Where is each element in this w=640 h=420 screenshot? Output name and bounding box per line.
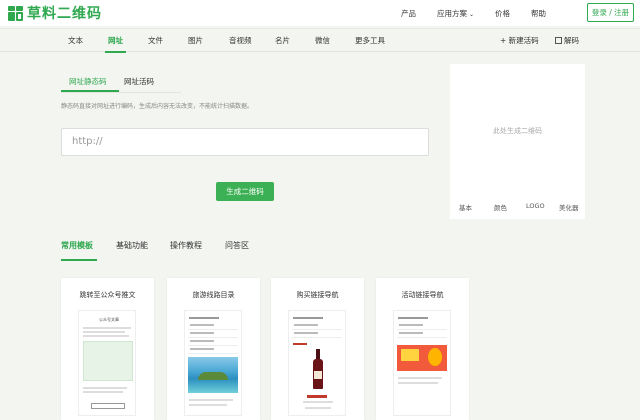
template-card[interactable]: 购买链接导航 [271, 278, 364, 420]
template-card-title: 跳转至公众号推文 [79, 291, 136, 299]
template-preview [184, 310, 242, 416]
article-image [83, 341, 133, 381]
logo-text: 草料二维码 [27, 6, 102, 22]
url-subtabs: 网址静态码 网址活码 [61, 73, 161, 91]
subtab-live-url[interactable]: 网址活码 [124, 76, 154, 87]
article-link-button [91, 403, 125, 409]
template-card[interactable]: 活动链接导航 [376, 278, 469, 420]
section-tabs: 常用模板 基础功能 操作教程 问答区 [0, 236, 640, 260]
qr-tool-basic[interactable]: 基本 [459, 202, 472, 212]
logo[interactable]: 草料二维码 [8, 3, 102, 23]
tab-basic-features[interactable]: 基础功能 [116, 240, 148, 251]
qr-placeholder-text: 此处生成二维码 [493, 127, 542, 135]
subtab-static-url[interactable]: 网址静态码 [69, 76, 107, 87]
template-card-title: 活动链接导航 [401, 291, 444, 299]
logo-icon [8, 5, 23, 21]
scan-icon [555, 37, 562, 44]
type-navbar: 文本 网址 文件 图片 音视频 名片 微信 更多工具 + 新建活码 解码 [0, 28, 640, 53]
qr-preview-panel: 此处生成二维码 基本 颜色 LOGO 美化器 [450, 64, 585, 219]
tab-audio-video[interactable]: 音视频 [229, 29, 252, 53]
tab-file[interactable]: 文件 [148, 29, 163, 53]
phone-header-text: 公众号文章 [99, 317, 119, 322]
sea-image [188, 357, 238, 393]
static-code-description: 静态码直接对网址进行编码，生成后内容无法改变，不能统计扫描数据。 [61, 103, 254, 110]
section-tab-indicator [61, 259, 97, 261]
tab-common-templates[interactable]: 常用模板 [61, 240, 93, 251]
login-register-button[interactable]: 登录 / 注册 [587, 3, 634, 22]
template-preview [393, 310, 451, 416]
qr-tool-logo[interactable]: LOGO [526, 202, 545, 210]
tab-text[interactable]: 文本 [68, 29, 83, 53]
subtab-active-indicator [61, 90, 119, 92]
template-preview [288, 310, 346, 416]
template-card-title: 旅游线路目录 [192, 291, 235, 299]
nav-solutions[interactable]: 应用方案 ⌄ [437, 8, 474, 19]
qr-tool-color[interactable]: 颜色 [494, 202, 507, 212]
template-card[interactable]: 旅游线路目录 [167, 278, 260, 420]
tab-wechat[interactable]: 微信 [315, 29, 330, 53]
template-card-title: 购买链接导航 [296, 291, 339, 299]
url-input[interactable]: http:// [61, 128, 429, 156]
top-header: 草料二维码 产品 应用方案 ⌄ 价格 帮助 登录 / 注册 [0, 0, 640, 26]
tab-qa[interactable]: 问答区 [225, 240, 249, 251]
decode-label: 解码 [564, 36, 579, 45]
generate-qr-button[interactable]: 生成二维码 [216, 182, 274, 201]
nav-solutions-label: 应用方案 [437, 9, 467, 18]
subtab-divider [61, 92, 181, 93]
promo-banner-image [397, 345, 447, 371]
nav-help[interactable]: 帮助 [531, 8, 546, 19]
chevron-down-icon: ⌄ [469, 11, 475, 18]
tab-url[interactable]: 网址 [105, 29, 126, 53]
tab-more-tools[interactable]: 更多工具 [355, 29, 385, 53]
new-live-code-button[interactable]: + 新建活码 [500, 29, 539, 53]
tab-tutorials[interactable]: 操作教程 [170, 240, 202, 251]
template-card[interactable]: 跳转至公众号推文 公众号文章 [61, 278, 154, 420]
tab-image[interactable]: 图片 [188, 29, 203, 53]
decode-button[interactable]: 解码 [555, 29, 579, 53]
qr-tool-beautify[interactable]: 美化器 [559, 202, 579, 212]
nav-pricing[interactable]: 价格 [495, 8, 510, 19]
wine-bottle-image [313, 349, 323, 389]
template-preview: 公众号文章 [78, 310, 136, 416]
tab-business-card[interactable]: 名片 [275, 29, 290, 53]
qr-style-tools: 基本 颜色 LOGO 美化器 [450, 202, 585, 218]
nav-product[interactable]: 产品 [401, 8, 416, 19]
